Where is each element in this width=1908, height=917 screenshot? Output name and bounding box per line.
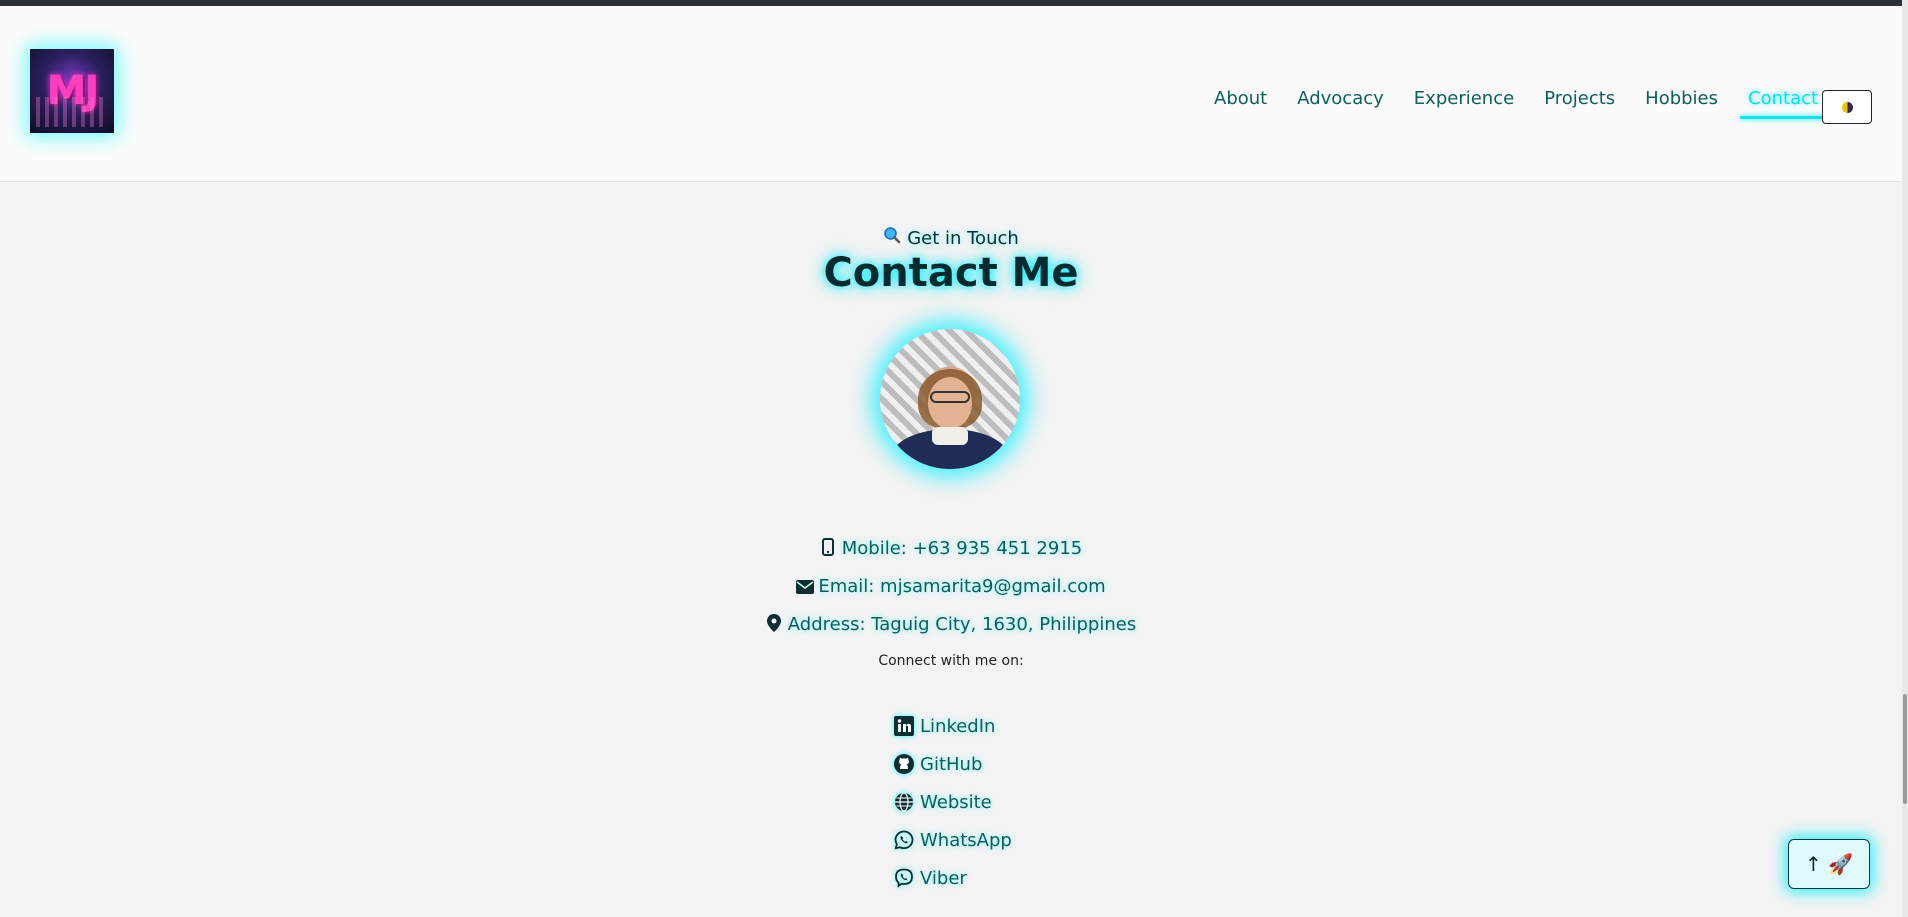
theme-toggle-button[interactable] — [1822, 90, 1872, 124]
scrollbar[interactable] — [1902, 0, 1908, 917]
site-header: MJ About Advocacy Experience Projects Ho… — [0, 6, 1902, 182]
linkedin-label: LinkedIn — [920, 716, 996, 737]
social-github[interactable]: GitHub — [894, 754, 982, 775]
social-website[interactable]: Website — [894, 792, 992, 813]
nav-experience[interactable]: Experience — [1414, 88, 1514, 109]
nav-projects[interactable]: Projects — [1544, 88, 1615, 109]
kicker-text: Get in Touch — [907, 228, 1019, 249]
logo[interactable]: MJ — [30, 49, 114, 133]
viber-label: Viber — [920, 868, 967, 889]
photo-glasses — [930, 391, 970, 403]
social-linkedin[interactable]: LinkedIn — [894, 716, 995, 737]
nav-about[interactable]: About — [1214, 88, 1267, 109]
email-text: Email: mjsamarita9@gmail.com — [818, 576, 1106, 597]
mobile-icon — [820, 538, 836, 556]
contact-mobile[interactable]: Mobile: +63 935 451 2915 — [0, 538, 1902, 559]
section-kicker: Get in Touch — [0, 226, 1902, 249]
linkedin-icon — [894, 716, 914, 736]
logo-text: MJ — [46, 68, 100, 114]
whatsapp-icon — [894, 830, 914, 850]
address-text: Address: Taguig City, 1630, Philippines — [787, 614, 1137, 635]
globe-icon — [894, 792, 914, 812]
envelope-icon — [796, 578, 815, 594]
website-label: Website — [920, 792, 992, 813]
photo-face — [928, 377, 972, 429]
viber-icon — [894, 868, 914, 888]
map-pin-icon — [766, 614, 782, 632]
social-viber[interactable]: Viber — [894, 868, 967, 889]
social-whatsapp[interactable]: WhatsApp — [894, 830, 1012, 851]
magnifier-icon — [883, 226, 901, 249]
mobile-text: Mobile: +63 935 451 2915 — [841, 538, 1083, 559]
theme-icon — [1841, 101, 1853, 113]
scroll-thumb[interactable] — [1903, 694, 1907, 804]
photo-collar — [932, 427, 968, 445]
contact-address: Address: Taguig City, 1630, Philippines — [0, 614, 1902, 635]
profile-photo — [880, 329, 1020, 469]
github-label: GitHub — [920, 754, 983, 775]
whatsapp-label: WhatsApp — [920, 830, 1012, 851]
github-icon — [894, 754, 914, 774]
nav-advocacy[interactable]: Advocacy — [1297, 88, 1384, 109]
page-title: Contact Me — [823, 250, 1079, 296]
main-nav: About Advocacy Experience Projects Hobbi… — [1214, 88, 1848, 119]
nav-contact[interactable]: Contact — [1740, 88, 1827, 119]
contact-email[interactable]: Email: mjsamarita9@gmail.com — [0, 576, 1902, 597]
nav-hobbies[interactable]: Hobbies — [1645, 88, 1718, 109]
back-to-top-button[interactable]: ↑ 🚀 — [1788, 839, 1870, 889]
connect-label: Connect with me on: — [878, 653, 1024, 669]
